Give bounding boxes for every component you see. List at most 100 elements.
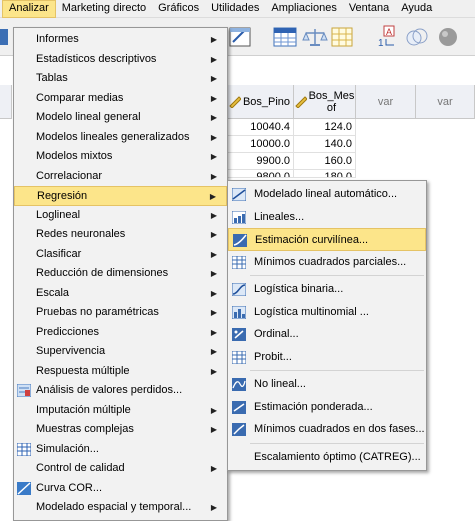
menu-item-label: Informes — [36, 33, 79, 45]
submenu-arrow-icon: ▶ — [210, 347, 217, 356]
ordinal-icon — [232, 327, 246, 341]
cell-bos-pino-1[interactable]: 10040.4 — [226, 119, 294, 136]
analyze-menu-item-tablas[interactable]: Tablas ▶ — [14, 69, 227, 89]
insert-variable-icon[interactable] — [272, 25, 298, 49]
analyze-menu-item-comparar-medias[interactable]: Comparar medias ▶ — [14, 89, 227, 109]
cell-bos-mesof-4[interactable]: 180.0 — [294, 170, 356, 178]
menu-item-label: No lineal... — [254, 378, 306, 390]
submenu-arrow-icon: ▶ — [210, 230, 217, 239]
submenu-arrow-icon: ▶ — [210, 288, 217, 298]
menu-item-label: Logística binaria... — [254, 283, 344, 295]
analyze-menu-item-clasificar[interactable]: Clasificar ▶ — [14, 245, 227, 265]
regression-menu-item-minimos-cuadrados-parciales[interactable]: Mínimos cuadrados parciales... — [228, 251, 426, 274]
analyze-menu-item-informes[interactable]: Informes ▶ — [14, 30, 227, 50]
submenu-arrow-icon: ▶ — [210, 464, 217, 473]
analyze-menu-item-regresion[interactable]: Regresión ▶ — [14, 186, 227, 206]
analyze-menu-item-imputacion-multiple[interactable]: Imputación múltiple ▶ — [14, 401, 227, 421]
submenu-arrow-icon: ▶ — [210, 171, 217, 181]
regression-menu-item-probit[interactable]: Probit... — [228, 346, 426, 369]
menu-item-label: Análisis de valores perdidos... — [36, 384, 183, 396]
menu-item-label: Muestras complejas — [36, 423, 134, 435]
analyze-menu-item-modelos-lineales-generalizados[interactable]: Modelos lineales generalizados ▶ — [14, 128, 227, 148]
cell-bos-pino-3[interactable]: 9900.0 — [226, 153, 294, 170]
analyze-menu-item-escala[interactable]: Escala ▶ — [14, 284, 227, 304]
analyze-menu-item-modelo-lineal-general[interactable]: Modelo lineal general ▶ — [14, 108, 227, 128]
regression-menu-item-lineales[interactable]: Lineales... — [228, 206, 426, 229]
analyze-menu-item-correlacionar[interactable]: Correlacionar ▶ — [14, 167, 227, 187]
split-file-icon[interactable] — [330, 25, 356, 49]
submenu-arrow-icon: ▶ — [210, 74, 217, 83]
regression-menu-item-escalamiento-optimo-catreg[interactable]: Escalamiento óptimo (CATREG)... — [228, 446, 426, 469]
regression-menu-item-estimacion-ponderada[interactable]: Estimación ponderada... — [228, 396, 426, 419]
analyze-menu-item-modelos-mixtos[interactable]: Modelos mixtos ▶ — [14, 147, 227, 167]
analyze-menu: Informes ▶ Estadísticos descriptivos ▶ Tabla… — [13, 27, 228, 521]
cell-bos-mesof-1[interactable]: 124.0 — [294, 119, 356, 136]
menu-item-label: Comparar medias — [36, 91, 124, 104]
analyze-menu-item-pruebas-no-parametricas[interactable]: Pruebas no paramétricas ▶ — [14, 303, 227, 323]
regression-menu-item-minimos-cuadrados-en-dos-fases[interactable]: Mínimos cuadrados en dos fases... — [228, 418, 426, 441]
show-all-variables-icon[interactable] — [436, 25, 462, 49]
menu-separator — [250, 442, 424, 444]
menu-item-label: Tablas — [36, 72, 68, 84]
analyze-menu-item-loglineal[interactable]: Loglineal ▶ — [14, 206, 227, 226]
regression-menu-item-ordinal[interactable]: Ordinal... — [228, 323, 426, 346]
menu-item-label: Logística multinomial ... — [254, 305, 369, 318]
analyze-menu-item-supervivencia[interactable]: Supervivencia ▶ — [14, 342, 227, 362]
weight-cases-icon[interactable] — [302, 25, 328, 49]
cell-bos-pino-4[interactable]: 9800.0 — [226, 170, 294, 178]
analyze-menu-item-predicciones[interactable]: Predicciones ▶ — [14, 323, 227, 343]
analyze-menu-item-simulacion[interactable]: Simulación... — [14, 440, 227, 460]
menu-item-label: Pruebas no paramétricas — [36, 306, 159, 318]
menu-item-label: Correlacionar — [36, 169, 103, 182]
regression-menu-item-logistica-binaria[interactable]: Logística binaria... — [228, 278, 426, 301]
submenu-arrow-icon: ▶ — [210, 405, 217, 415]
cell-bos-mesof-3[interactable]: 160.0 — [294, 153, 356, 170]
column-header-var-2[interactable]: var — [416, 85, 475, 119]
svg-text:1: 1 — [378, 38, 384, 49]
analyze-menu-item-modelado-espacial-y-temporal[interactable]: Modelado espacial y temporal... ▶ — [14, 498, 227, 518]
menu-item-label: Curva COR... — [36, 481, 103, 494]
menu-analizar[interactable]: Analizar — [2, 0, 56, 18]
menu-utilidades[interactable]: Utilidades — [205, 0, 265, 18]
analyze-menu-item-redes-neuronales[interactable]: Redes neuronales ▶ — [14, 225, 227, 245]
menu-item-label: Regresión — [37, 190, 88, 202]
analyze-menu-item-curva-cor[interactable]: Curva COR... — [14, 479, 227, 499]
submenu-arrow-icon: ▶ — [210, 132, 217, 142]
menu-item-label: Clasificar — [36, 247, 82, 260]
roc-curve-icon — [17, 481, 31, 495]
analyze-menu-item-respuesta-multiple[interactable]: Respuesta múltiple ▶ — [14, 362, 227, 382]
regression-menu-item-no-lineal[interactable]: No lineal... — [228, 373, 426, 396]
menu-marketing-directo[interactable]: Marketing directo — [56, 0, 152, 18]
cell-bos-mesof-2[interactable]: 140.0 — [294, 136, 356, 153]
linear-icon — [231, 210, 247, 224]
column-header-bos-pino[interactable]: Bos_Pino — [226, 85, 294, 119]
analyze-menu-item-reduccion-de-dimensiones[interactable]: Reducción de dimensiones ▶ — [14, 264, 227, 284]
menu-item-label: Modelos mixtos — [36, 150, 113, 162]
use-variable-sets-icon[interactable] — [404, 25, 430, 49]
regression-menu-item-logistica-multinomial[interactable]: Logística multinomial ... — [228, 301, 426, 324]
menu-graficos[interactable]: Gráficos — [152, 0, 205, 18]
column-header-bos-mesof[interactable]: Bos_Mes of — [294, 85, 356, 119]
menu-separator — [250, 275, 424, 276]
menu-item-label: Control de calidad — [36, 462, 125, 474]
cell-bos-pino-2[interactable]: 10000.0 — [226, 136, 294, 153]
insert-cases-icon[interactable] — [228, 25, 254, 49]
regression-menu-item-estimacion-curvilinea[interactable]: Estimación curvilínea... — [228, 228, 426, 251]
analyze-menu-item-muestras-complejas[interactable]: Muestras complejas ▶ — [14, 420, 227, 440]
regression-menu-item-modelado-lineal-automatico[interactable]: Modelado lineal automático... — [228, 183, 426, 206]
analyze-menu-item-control-de-calidad[interactable]: Control de calidad ▶ — [14, 459, 227, 479]
column-header-var-1[interactable]: var — [356, 85, 416, 119]
menu-item-label: Reducción de dimensiones — [36, 267, 169, 279]
nonlinear-icon — [232, 377, 246, 391]
menu-item-label: Mínimos cuadrados en dos fases... — [254, 423, 425, 435]
menu-ventana[interactable]: Ventana — [343, 0, 395, 18]
scale-ruler-icon — [294, 95, 307, 108]
menu-ayuda[interactable]: Ayuda — [395, 0, 438, 18]
analyze-menu-item-estadisticos-descriptivos[interactable]: Estadísticos descriptivos ▶ — [14, 50, 227, 70]
menu-ampliaciones[interactable]: Ampliaciones — [265, 0, 342, 18]
value-labels-icon[interactable]: A1 — [374, 25, 400, 49]
menu-item-label: Ordinal... — [254, 328, 299, 340]
menu-item-label: Simulación... — [36, 442, 99, 455]
missing-values-icon — [16, 383, 32, 398]
analyze-menu-item-analisis-de-valores-perdidos[interactable]: Análisis de valores perdidos... — [14, 381, 227, 401]
